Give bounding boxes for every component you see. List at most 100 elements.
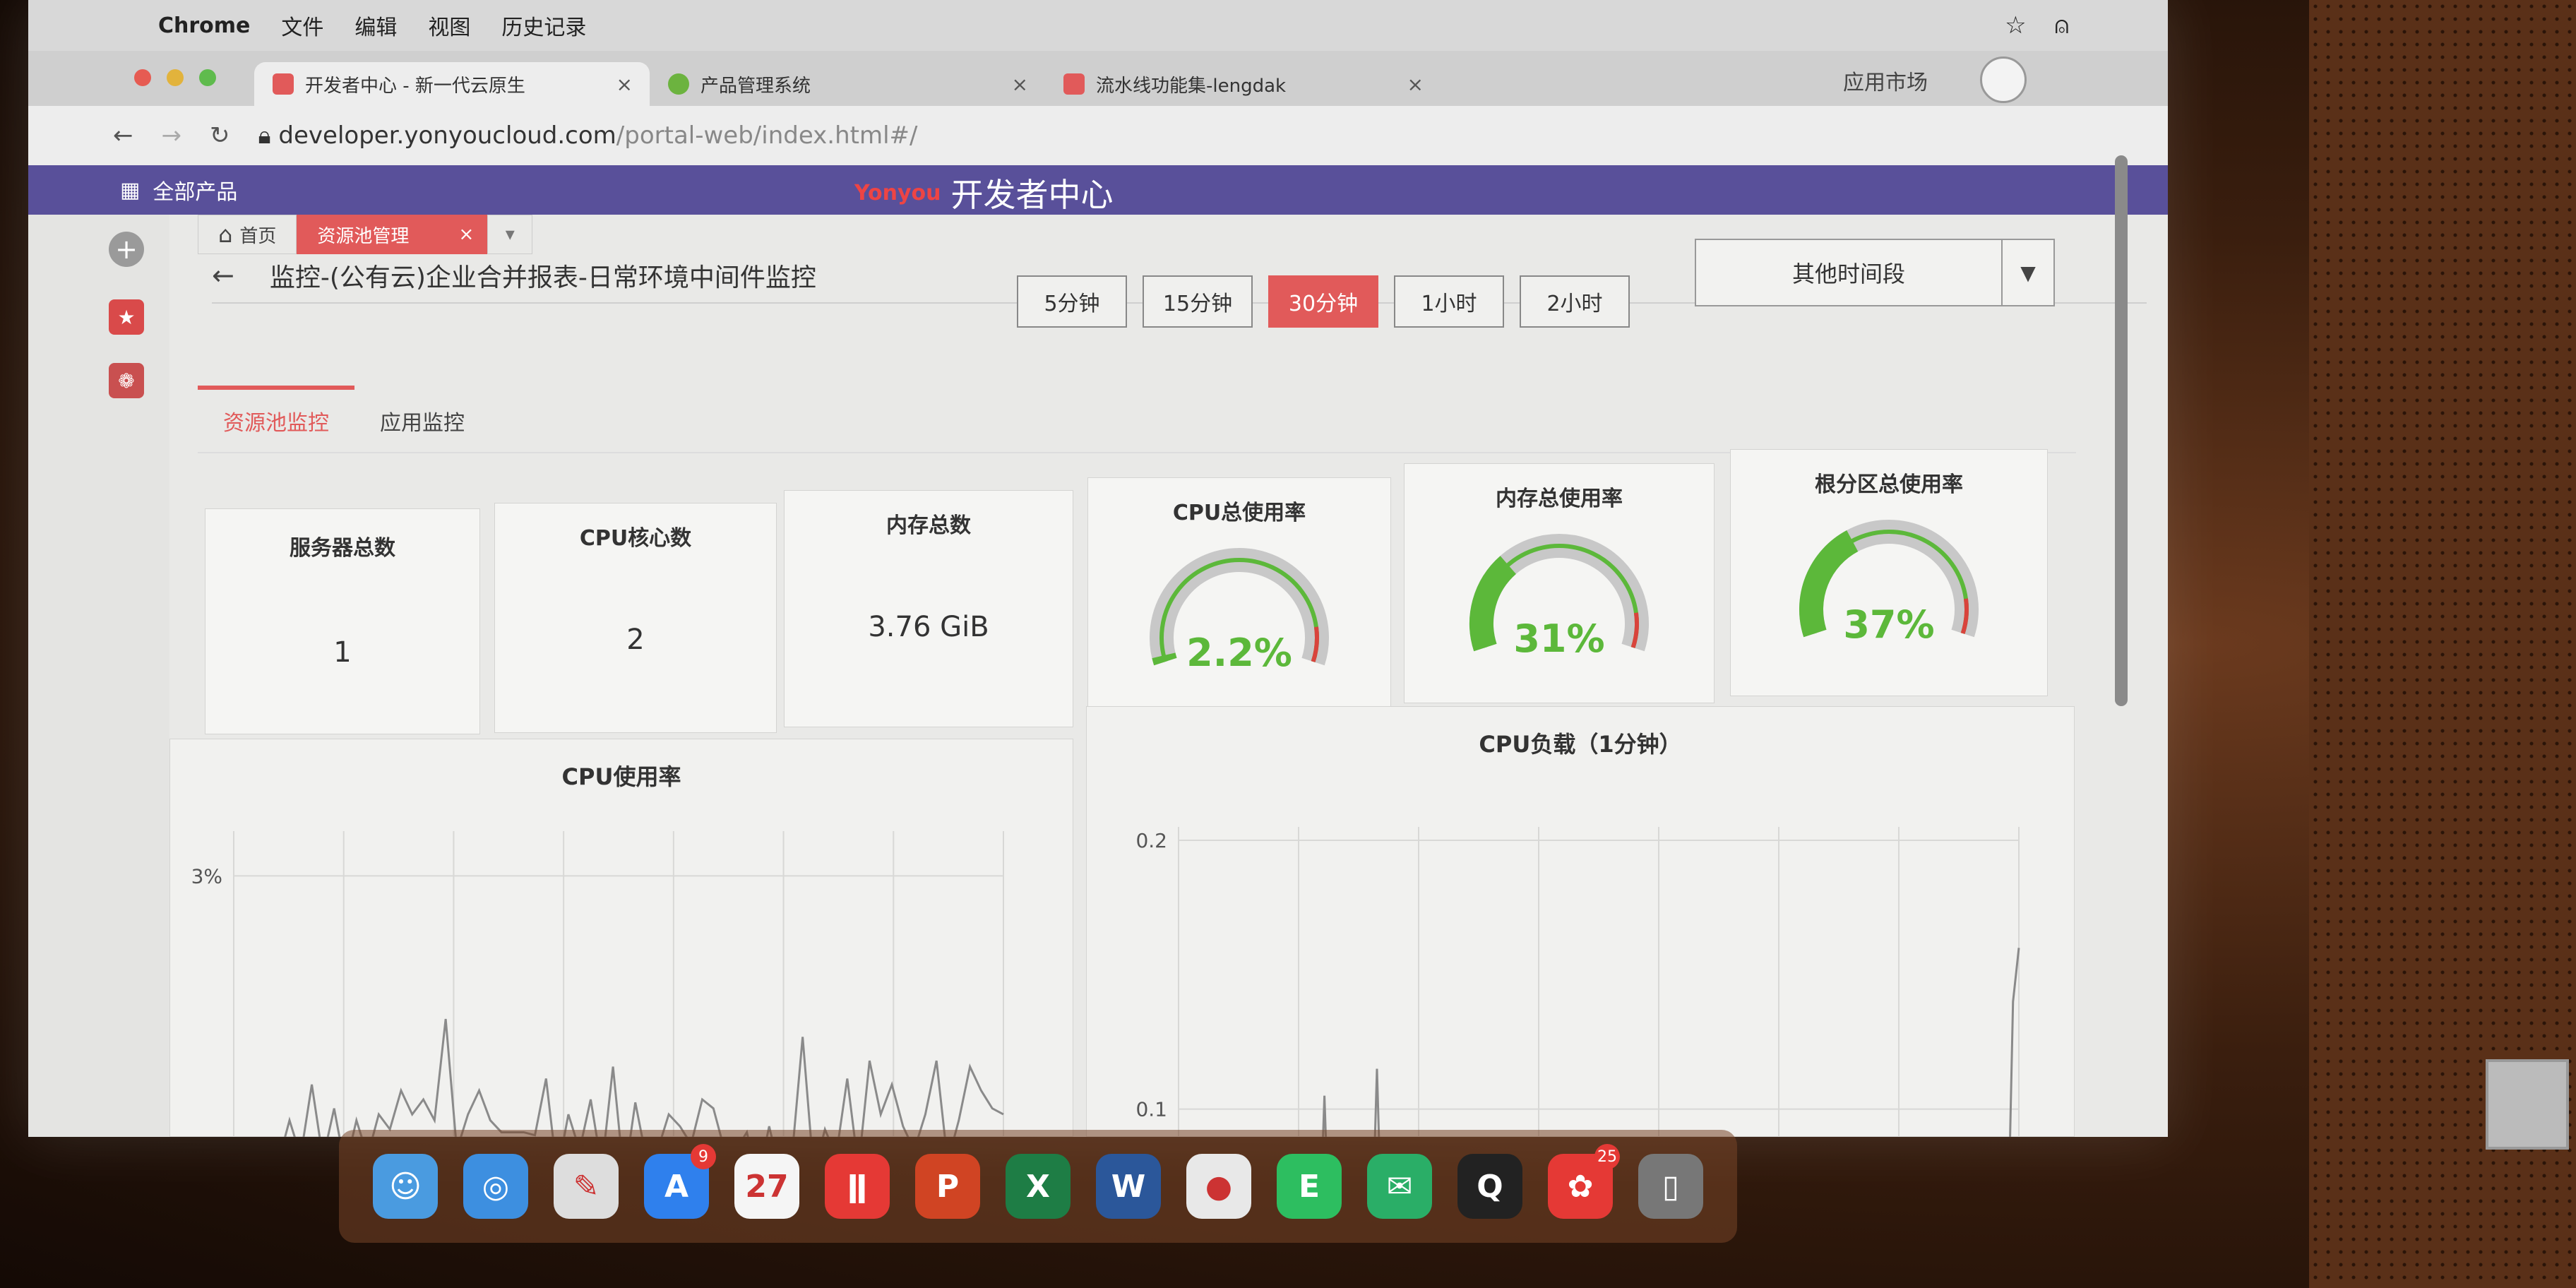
server-count-card: 服务器总数 1: [205, 508, 480, 734]
dock-glyph: ǁ: [847, 1168, 868, 1205]
chrome-icon[interactable]: ●: [1186, 1154, 1251, 1219]
close-icon[interactable]: ×: [459, 224, 475, 245]
qq-icon[interactable]: Q: [1457, 1154, 1522, 1219]
app-market-link[interactable]: 应用市场: [1843, 65, 1928, 96]
range-2h-button[interactable]: 2小时: [1520, 275, 1630, 328]
forward-nav-icon[interactable]: →: [162, 121, 182, 150]
dock-glyph: 27: [745, 1168, 789, 1205]
trash-icon[interactable]: ▯: [1638, 1154, 1703, 1219]
close-tab-icon[interactable]: ×: [616, 73, 633, 96]
gauge-value-arc: [1469, 556, 1517, 652]
back-nav-icon[interactable]: ←: [113, 121, 133, 150]
cpu-usage-gauge: 2.2%: [1150, 548, 1329, 675]
site-logo[interactable]: Yonyou 开发者中心: [854, 169, 1113, 216]
favorites-icon[interactable]: ★: [109, 299, 144, 335]
notes-icon[interactable]: ✎: [554, 1154, 619, 1219]
notification-badge: 9: [691, 1144, 716, 1169]
menu-edit[interactable]: 编辑: [354, 10, 397, 41]
memory-total-value: 3.76 GiB: [868, 611, 989, 643]
all-products-menu[interactable]: ▦ 全部产品: [120, 174, 237, 205]
netease-icon[interactable]: ✿ 25: [1548, 1144, 1620, 1219]
y-tick-label: 3%: [191, 864, 222, 888]
dock-glyph: ●: [1205, 1168, 1233, 1205]
site-logo-text: 开发者中心: [950, 176, 1114, 214]
tab-app-monitor[interactable]: 应用监控: [354, 405, 490, 452]
zoom-window-icon[interactable]: [199, 69, 216, 86]
close-window-icon[interactable]: [134, 69, 151, 86]
minimize-window-icon[interactable]: [167, 69, 184, 86]
account-icon[interactable]: ⍝: [2055, 11, 2069, 40]
window-controls: [134, 69, 216, 86]
tab-favicon-icon: [1063, 73, 1085, 95]
yonyou-app-icon[interactable]: ǁ: [825, 1154, 890, 1219]
tab-favicon-icon: [273, 73, 294, 95]
card-title: CPU核心数: [579, 526, 692, 551]
app-store-icon[interactable]: A9: [644, 1144, 716, 1219]
range-30min-button[interactable]: 30分钟: [1268, 275, 1378, 328]
cpu-load-chart-panel: CPU负载（1分钟） 0.2 0.1: [1086, 706, 2075, 1137]
wall-switch-plate: [2486, 1059, 2569, 1150]
disk-usage-gauge: 37%: [1799, 520, 1979, 647]
wechat-icon[interactable]: ✉: [1367, 1154, 1432, 1219]
tab-resource-pool-label: 资源池管理: [317, 225, 410, 247]
finder-icon[interactable]: ☺: [373, 1154, 438, 1219]
memory-usage-gauge-card: 内存总使用率 31%: [1404, 463, 1715, 703]
series-line: [284, 1018, 1004, 1137]
card-title: 内存总数: [886, 513, 971, 538]
dock-glyph: Q: [1477, 1168, 1503, 1205]
app-center-icon[interactable]: ❁: [109, 363, 144, 398]
lock-icon: 🔒︎: [258, 121, 279, 150]
word-icon[interactable]: W: [1096, 1154, 1161, 1219]
range-1h-button[interactable]: 1小时: [1394, 275, 1504, 328]
menubar-app-name[interactable]: Chrome: [158, 13, 250, 38]
card-title: CPU总使用率: [1172, 501, 1306, 525]
browser-tab[interactable]: 产品管理系统 ×: [650, 62, 1045, 106]
menu-file[interactable]: 文件: [281, 10, 323, 41]
star-icon[interactable]: ☆: [2005, 11, 2026, 40]
browser-tab-title: 产品管理系统: [700, 75, 811, 97]
server-count-value: 1: [333, 636, 352, 669]
browser-tab[interactable]: 流水线功能集-lengdak ×: [1045, 62, 1441, 106]
range-15min-button[interactable]: 15分钟: [1143, 275, 1253, 328]
evernote-icon[interactable]: E: [1277, 1154, 1342, 1219]
back-arrow-icon[interactable]: ←: [212, 260, 234, 291]
safari-icon[interactable]: ◎: [463, 1154, 528, 1219]
reload-icon[interactable]: ↻: [210, 121, 230, 150]
cpu-load-chart: 0.2 0.1: [1135, 827, 2020, 1137]
close-tab-icon[interactable]: ×: [1407, 73, 1424, 96]
dock-glyph: P: [936, 1168, 960, 1205]
menu-history[interactable]: 历史记录: [501, 10, 586, 41]
cpu-cores-value: 2: [626, 624, 645, 656]
all-products-label: 全部产品: [153, 180, 238, 205]
browser-tab[interactable]: 开发者中心 - 新一代云原生 ×: [254, 62, 650, 106]
projected-screen: Chrome 文件 编辑 视图 历史记录 ☆ ⍝ 开发者中心 - 新一代云原生 …: [28, 0, 2168, 1137]
calendar-icon[interactable]: 27: [734, 1154, 799, 1219]
menu-view[interactable]: 视图: [428, 10, 470, 41]
tab-resource-monitor[interactable]: 资源池监控: [198, 386, 354, 452]
url-path: /portal-web/index.html#/: [616, 121, 918, 150]
add-icon[interactable]: +: [109, 232, 144, 267]
page-scrollbar[interactable]: [2115, 155, 2128, 706]
dock-glyph: E: [1298, 1168, 1320, 1205]
powerpoint-icon[interactable]: P: [915, 1154, 980, 1219]
range-5min-button[interactable]: 5分钟: [1017, 275, 1127, 328]
dock-glyph: W: [1111, 1168, 1146, 1205]
home-icon: ⌂: [218, 221, 233, 248]
address-bar: ← → ↻ 🔒︎ developer.yonyoucloud.com/porta…: [28, 106, 2168, 165]
other-range-select[interactable]: 其他时间段 ▼: [1695, 239, 2055, 306]
excel-icon[interactable]: X: [1006, 1154, 1071, 1219]
card-title: 服务器总数: [290, 536, 395, 561]
memory-total-card: 内存总数 3.76 GiB: [784, 490, 1073, 727]
cpu-usage-gauge-card: CPU总使用率 2.2%: [1087, 477, 1391, 717]
url-field[interactable]: 🔒︎ developer.yonyoucloud.com/portal-web/…: [258, 121, 918, 150]
cpu-cores-card: CPU核心数 2: [494, 503, 777, 733]
chevron-down-icon[interactable]: ▼: [2001, 240, 2053, 305]
url-host: developer.yonyoucloud.com: [278, 121, 616, 150]
user-avatar[interactable]: [1980, 56, 2027, 103]
memory-usage-gauge: 31%: [1469, 534, 1649, 661]
y-tick-label: 0.2: [1135, 829, 1167, 852]
gauge-value-label: 2.2%: [1186, 631, 1292, 675]
close-tab-icon[interactable]: ×: [1012, 73, 1028, 96]
browser-tab-title: 开发者中心 - 新一代云原生: [305, 75, 525, 97]
browser-tab-title: 流水线功能集-lengdak: [1096, 75, 1287, 97]
